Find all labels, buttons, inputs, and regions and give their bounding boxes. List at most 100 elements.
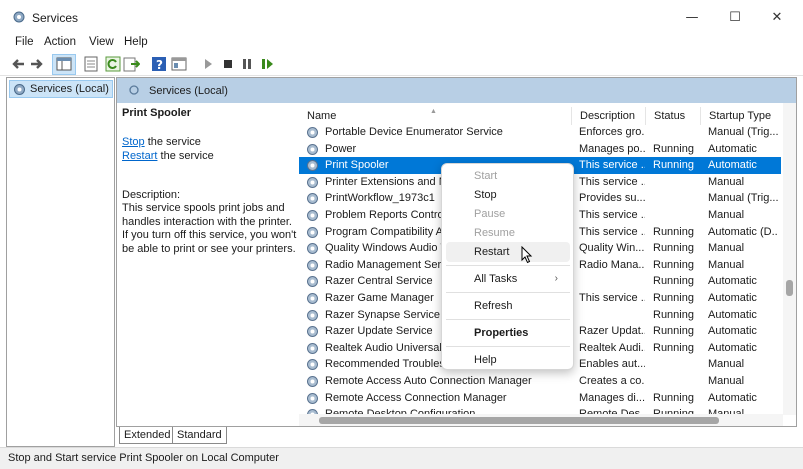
selected-service-name: Print Spooler: [122, 107, 192, 119]
service-startup-cell: Automatic: [708, 325, 757, 338]
table-row[interactable]: Portable Device Enumerator Service Enforc…: [299, 124, 781, 141]
service-name-cell: Remote Access Auto Connection Manager: [325, 375, 532, 387]
context-menu-separator: [446, 292, 570, 293]
vertical-scrollbar[interactable]: [783, 103, 796, 415]
service-description-cell: Radio Mana...: [579, 258, 645, 271]
horizontal-scroll-thumb[interactable]: [319, 417, 719, 424]
service-description-cell: Quality Win...: [579, 242, 645, 255]
service-description: This service spools print jobs and handl…: [122, 202, 297, 255]
service-gear-icon: [307, 359, 318, 371]
menu-file[interactable]: File: [15, 36, 34, 48]
stop-service-link[interactable]: Stop: [122, 136, 145, 148]
service-status-cell: Running: [653, 292, 694, 304]
table-row[interactable]: Remote Access Auto Connection Manager Cre…: [299, 373, 781, 390]
help-icon[interactable]: ?: [150, 55, 168, 73]
service-startup-cell: Manual (Trig...: [708, 126, 778, 138]
context-menu-stop[interactable]: Stop: [446, 185, 570, 205]
sort-caret-icon: ▲: [430, 108, 437, 115]
table-row[interactable]: Remote Desktop ConfigurationRemote Des..…: [299, 406, 781, 414]
pane-header: Services (Local): [117, 78, 796, 103]
services-gear-icon: [14, 84, 25, 95]
service-startup-cell: Manual: [708, 209, 745, 221]
service-status-cell: Running: [653, 391, 694, 404]
service-name-cell: Power: [325, 142, 357, 155]
column-header-description[interactable]: Description: [571, 107, 645, 125]
context-menu-all-tasks[interactable]: All Tasks ›: [446, 269, 570, 289]
resume-service-icon[interactable]: [258, 55, 276, 73]
table-row[interactable]: Remote Access Connection Manager Manages …: [299, 390, 781, 407]
mouse-cursor-icon: [521, 246, 533, 264]
service-description-cell: This service ...: [579, 292, 645, 304]
table-row[interactable]: Power Manages po... Running Automatic: [299, 141, 781, 158]
restart-link-suffix: the service: [157, 150, 214, 162]
service-startup-cell: Manual: [708, 358, 745, 371]
service-startup-cell: Automatic: [708, 341, 757, 354]
context-menu-refresh[interactable]: Refresh: [446, 296, 570, 316]
service-startup-cell: Automatic: [708, 308, 757, 321]
search-icon: [129, 85, 139, 95]
service-description-cell: This service ...: [579, 175, 645, 188]
maximize-icon[interactable]: ☐: [715, 6, 755, 30]
forward-arrow-icon[interactable]: [28, 55, 46, 73]
service-gear-icon: [307, 143, 318, 155]
menu-help[interactable]: Help: [124, 36, 148, 48]
console-tree: Services (Local): [6, 77, 115, 447]
context-menu-separator: [446, 346, 570, 347]
services-gear-icon: [13, 11, 25, 23]
back-arrow-icon[interactable]: [9, 55, 27, 73]
context-menu-properties[interactable]: Properties: [446, 323, 570, 343]
minimize-icon[interactable]: —: [672, 6, 712, 30]
service-gear-icon: [307, 226, 318, 238]
menu-action[interactable]: Action: [44, 36, 76, 48]
service-gear-icon: [307, 376, 318, 387]
properties-icon[interactable]: [82, 55, 100, 73]
column-header-name[interactable]: Name ▲: [299, 107, 569, 125]
context-menu-restart[interactable]: Restart: [446, 242, 570, 262]
service-startup-cell: Manual: [708, 175, 745, 188]
service-description-cell: This service ...: [579, 209, 645, 221]
service-status-cell: Running: [653, 225, 694, 238]
restart-service-link[interactable]: Restart: [122, 150, 157, 162]
close-icon[interactable]: ✕: [757, 6, 797, 30]
view-tabs: Extended Standard: [116, 427, 797, 445]
service-description-cell: This service ...: [579, 159, 645, 172]
service-startup-cell: Automatic: [708, 391, 757, 404]
horizontal-scrollbar[interactable]: [299, 414, 783, 426]
vertical-scroll-thumb[interactable]: [786, 280, 793, 296]
view-icon[interactable]: [170, 55, 188, 73]
export-list-icon[interactable]: [122, 55, 140, 73]
svg-text:?: ?: [156, 58, 163, 72]
tree-item-services-local[interactable]: Services (Local): [9, 80, 113, 98]
context-menu-start: Start: [474, 170, 498, 182]
service-gear-icon: [307, 193, 318, 205]
stop-link-suffix: the service: [144, 136, 201, 148]
service-description-cell: Razer Updat...: [579, 325, 645, 338]
service-startup-cell: Automatic: [708, 292, 757, 304]
service-status-cell: Running: [653, 308, 694, 321]
context-menu-help[interactable]: Help: [446, 350, 570, 370]
column-header-name-label: Name: [307, 110, 337, 122]
service-gear-icon: [307, 342, 318, 354]
column-header-status[interactable]: Status: [645, 107, 699, 125]
status-bar: Stop and Start service Print Spooler on …: [0, 447, 803, 469]
column-header-startup-type[interactable]: Startup Type: [700, 107, 783, 125]
console-tree-icon[interactable]: [55, 55, 73, 73]
service-status-cell: Running: [653, 341, 694, 354]
tab-standard[interactable]: Standard: [172, 427, 227, 444]
tab-extended[interactable]: Extended: [119, 427, 176, 444]
service-description-cell: Manages po...: [579, 142, 645, 155]
start-service-icon[interactable]: [199, 55, 217, 73]
refresh-icon[interactable]: [104, 55, 122, 73]
service-description-cell: Creates a co...: [579, 375, 645, 387]
service-startup-cell: Manual: [708, 242, 745, 255]
context-menu-pause: Pause: [474, 208, 506, 220]
context-menu-separator: [446, 265, 570, 266]
stop-service-icon[interactable]: [219, 55, 237, 73]
service-description-cell: Provides su...: [579, 192, 645, 205]
all-tasks-label: All Tasks: [474, 273, 518, 285]
pause-service-icon[interactable]: [238, 55, 256, 73]
service-gear-icon: [307, 309, 318, 321]
service-startup-cell: Automatic: [708, 142, 757, 155]
menu-view[interactable]: View: [89, 36, 114, 48]
service-description-cell: This service ...: [579, 225, 645, 238]
